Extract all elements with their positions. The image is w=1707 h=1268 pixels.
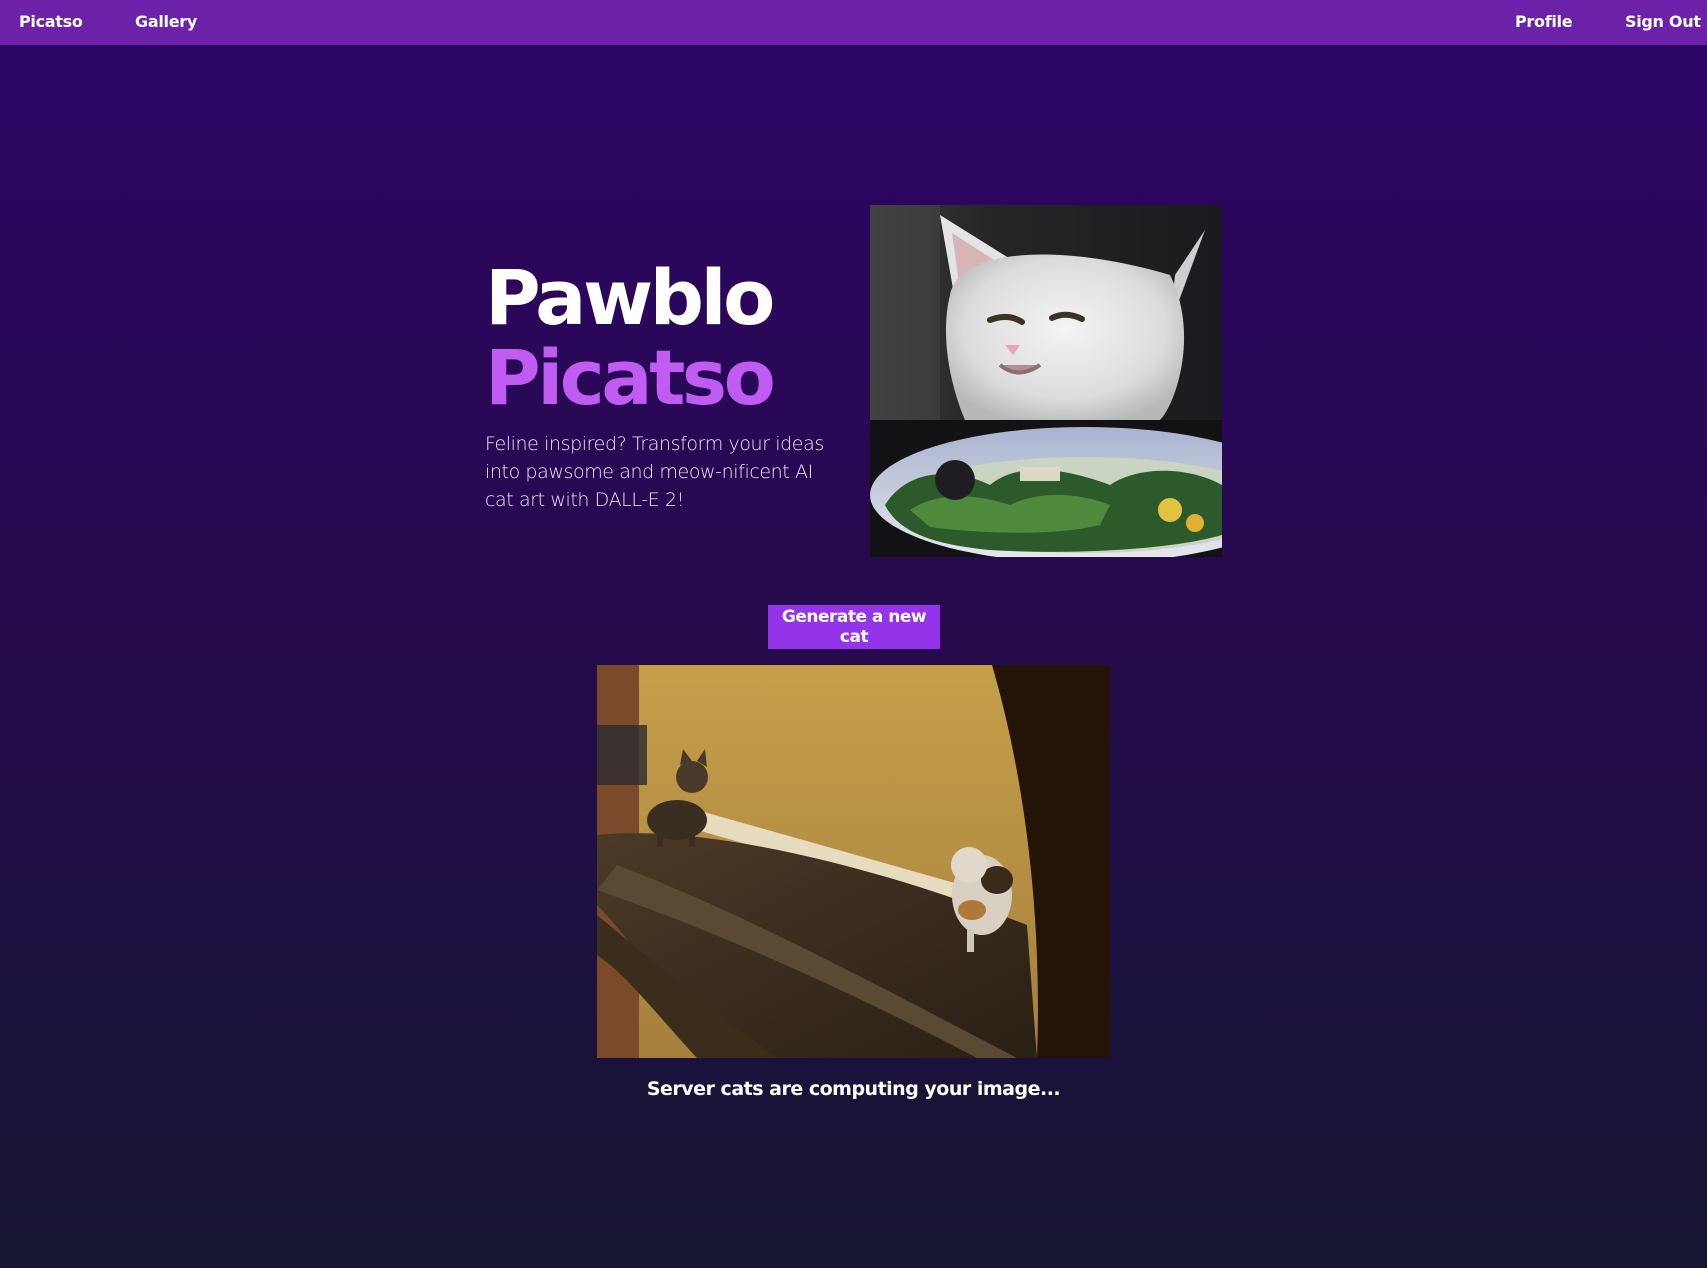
nav-sign-out-link[interactable]: Sign Out: [1625, 13, 1701, 31]
generate-cat-button[interactable]: Generate a new cat: [768, 605, 940, 649]
status-message: Server cats are computing your image...: [646, 1078, 1061, 1100]
hero-tagline: Feline inspired? Transform your ideas in…: [485, 433, 824, 511]
nav-profile-link[interactable]: Profile: [1515, 13, 1573, 31]
nav-brand-link[interactable]: Picatso: [19, 13, 83, 31]
hero-title-line1: Pawblo: [485, 253, 775, 342]
hero-title: Pawblo Picatso: [485, 258, 865, 418]
nav-gallery-link[interactable]: Gallery: [135, 13, 197, 31]
hero-cat-image: [870, 205, 1222, 557]
top-navbar: Picatso Gallery Profile Sign Out: [0, 0, 1707, 45]
loading-cat-animation: [597, 665, 1110, 1058]
hero-title-line2: Picatso: [485, 333, 776, 422]
